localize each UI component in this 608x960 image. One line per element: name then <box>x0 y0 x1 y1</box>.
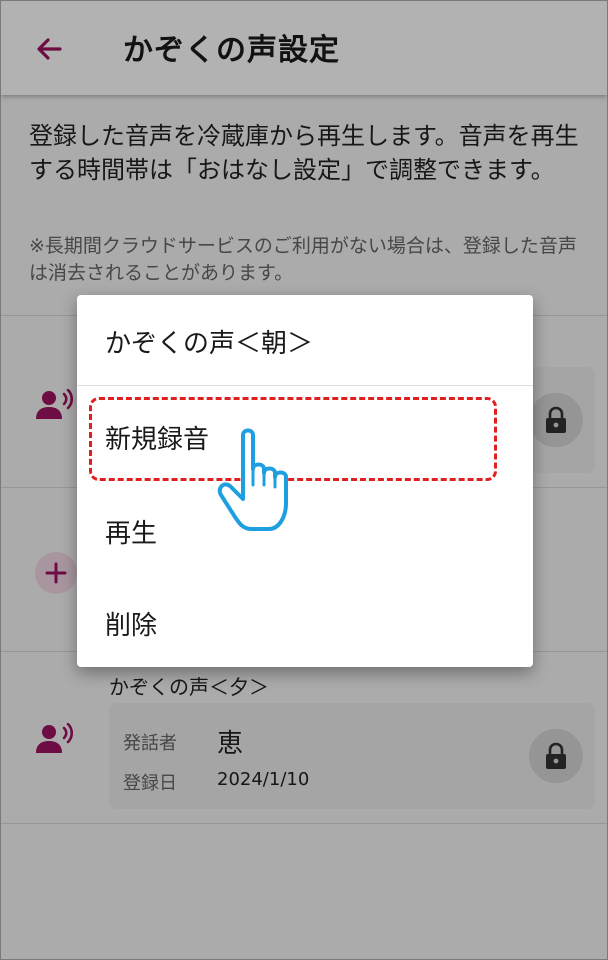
menu-item-play[interactable]: 再生 <box>105 513 157 550</box>
menu-item-delete[interactable]: 削除 <box>105 605 157 642</box>
dialog-title: かぞくの声＜朝＞ <box>105 329 314 359</box>
pointing-hand-icon <box>217 428 288 531</box>
voice-action-dialog: かぞくの声＜朝＞ 新規録音 再生 削除 <box>77 295 533 667</box>
screen: かぞくの声設定 登録した音声を冷蔵庫から再生します。音声を再生する時間帯は「おは… <box>0 0 608 960</box>
pointer-hand <box>215 425 303 533</box>
dialog-divider <box>77 385 533 386</box>
